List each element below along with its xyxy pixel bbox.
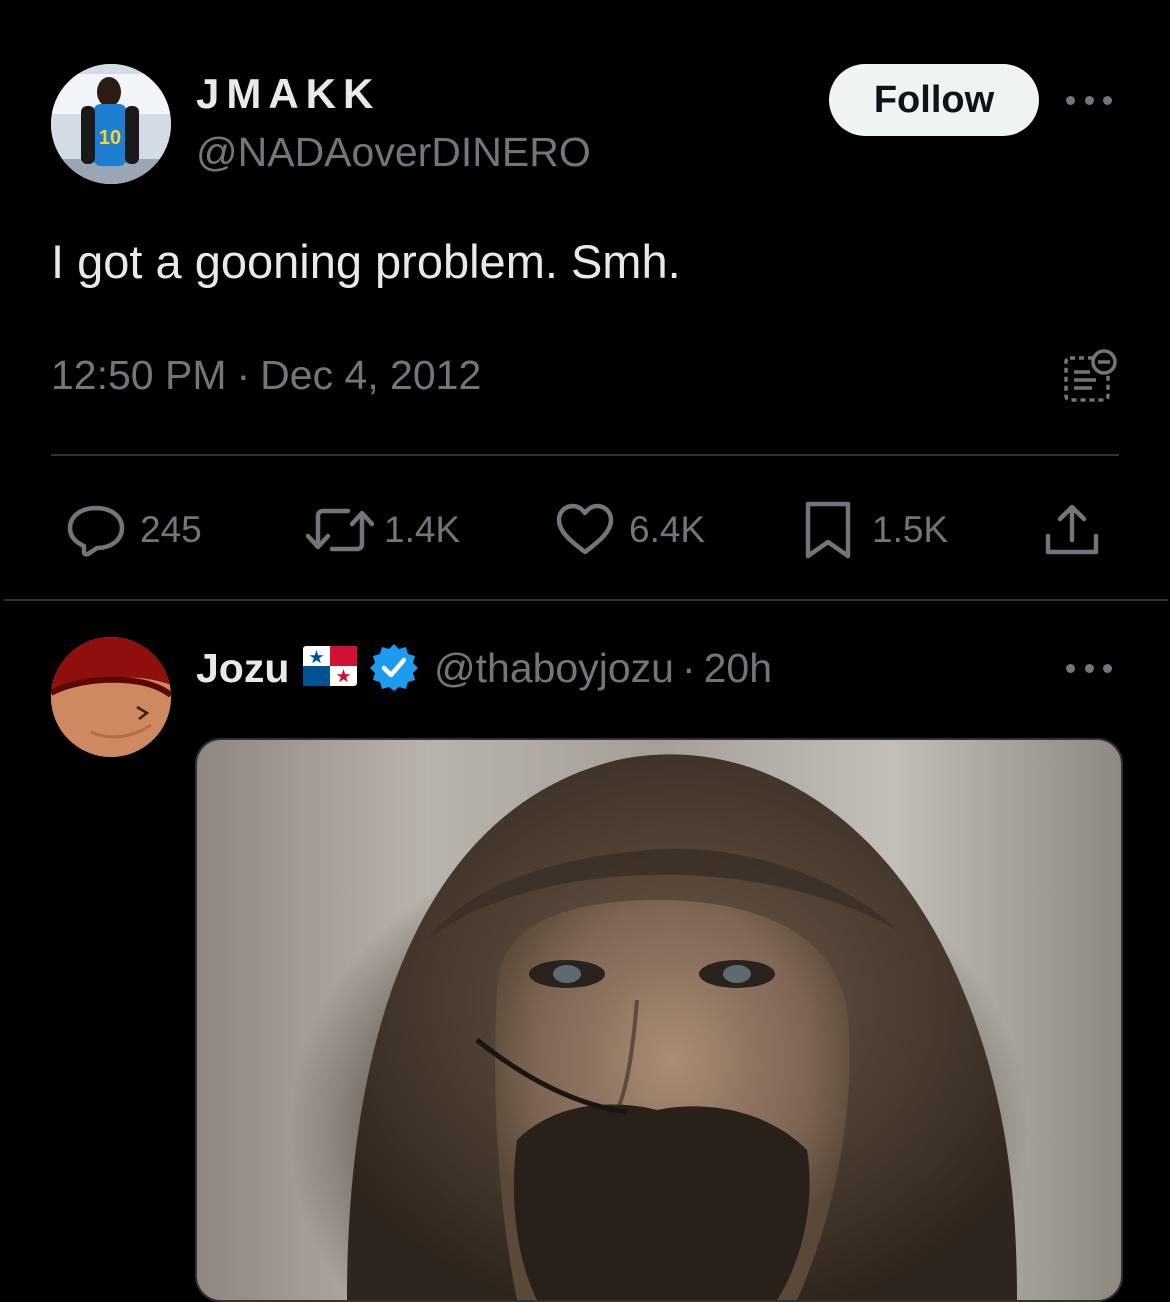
like-count: 6.4K (629, 509, 706, 550)
reply-more-options-icon[interactable] (1066, 658, 1112, 678)
bookmark-icon (805, 501, 851, 559)
reply-author-meta[interactable]: @thaboyjozu · 20h (434, 644, 772, 692)
hooded-man-photo (347, 754, 1017, 1300)
tweet-date: Dec 4, 2012 (260, 352, 482, 398)
reply-icon (67, 505, 125, 557)
tweet-timestamp[interactable]: 12:50 PM · Dec 4, 2012 (51, 350, 481, 400)
heart-icon (556, 503, 614, 555)
reply-count: 245 (140, 509, 202, 550)
like-button[interactable]: 6.4K (555, 500, 705, 560)
tweet-text: I got a gooning problem. Smh. (51, 235, 681, 288)
author-display-name[interactable]: JMAKK (196, 70, 380, 118)
reply-time: 20h (703, 645, 773, 691)
repost-count: 1.4K (384, 509, 461, 550)
bookmark-button[interactable]: 1.5K (804, 500, 948, 560)
share-button[interactable] (1044, 500, 1100, 560)
author-avatar[interactable]: 10 (51, 64, 171, 184)
reply-button[interactable]: 245 (66, 500, 202, 560)
avatar-illustration (51, 637, 171, 757)
tweet-divider (4, 599, 1168, 601)
avatar-photo: 10 (51, 64, 171, 184)
bookmark-count: 1.5K (872, 509, 949, 550)
follow-button[interactable]: Follow (829, 64, 1039, 136)
repost-icon (306, 508, 374, 552)
timestamp-separator: · (236, 352, 251, 398)
community-notes-icon[interactable] (1062, 348, 1118, 404)
repost-button[interactable]: 1.4K (306, 500, 460, 560)
divider (51, 454, 1119, 456)
more-options-icon[interactable] (1066, 90, 1112, 110)
svg-text:10: 10 (99, 127, 121, 149)
verified-badge-icon (369, 642, 419, 692)
author-handle[interactable]: @NADAoverDINERO (196, 128, 591, 176)
reply-author-handle: @thaboyjozu (434, 645, 674, 691)
meta-separator: · (681, 645, 696, 691)
panama-flag-icon (303, 646, 357, 686)
tweet-time: 12:50 PM (51, 352, 227, 398)
share-icon (1045, 504, 1099, 555)
reply-media-image[interactable] (195, 738, 1123, 1302)
reply-author-avatar[interactable] (51, 637, 171, 757)
reply-author-display-name[interactable]: Jozu (196, 644, 289, 692)
